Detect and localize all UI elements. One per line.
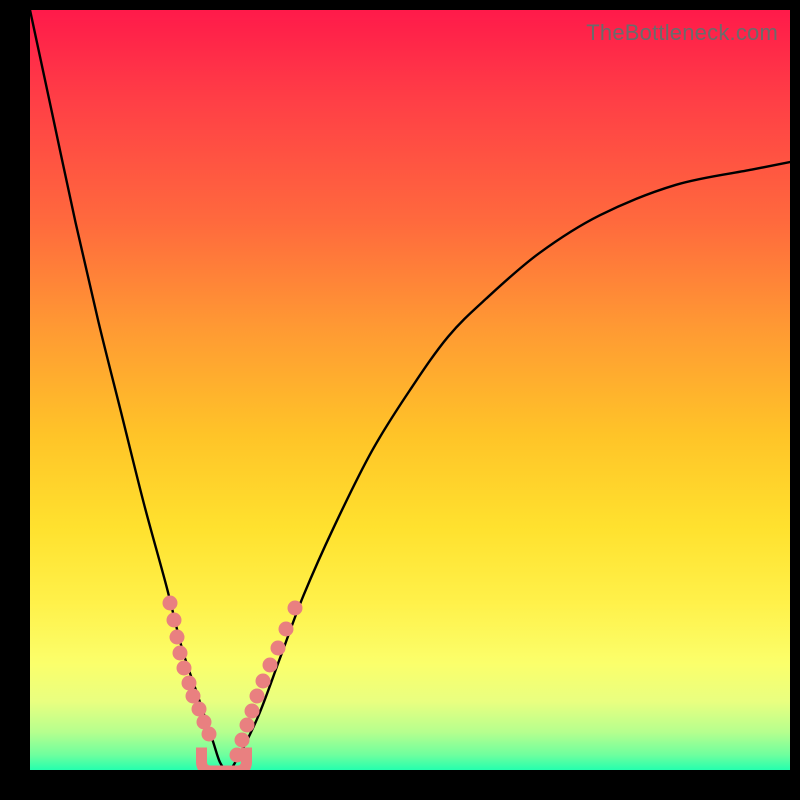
valley-marker — [196, 747, 252, 770]
chart-frame: TheBottleneck.com — [0, 0, 800, 800]
scatter-dot — [177, 661, 192, 676]
scatter-dot — [250, 689, 265, 704]
scatter-dot — [166, 613, 181, 628]
scatter-dot — [263, 658, 278, 673]
scatter-dot — [279, 621, 294, 636]
scatter-dot — [256, 674, 271, 689]
scatter-dot — [202, 726, 217, 741]
plot-area: TheBottleneck.com — [30, 10, 790, 770]
curve-path — [30, 10, 790, 770]
scatter-dot — [288, 601, 303, 616]
bottleneck-curve — [30, 10, 790, 770]
scatter-dot — [239, 718, 254, 733]
scatter-dot — [244, 703, 259, 718]
scatter-dot — [270, 640, 285, 655]
scatter-dot — [173, 645, 188, 660]
scatter-dot — [162, 595, 177, 610]
scatter-dot — [235, 732, 250, 747]
watermark-text: TheBottleneck.com — [586, 20, 778, 46]
scatter-dot — [169, 630, 184, 645]
